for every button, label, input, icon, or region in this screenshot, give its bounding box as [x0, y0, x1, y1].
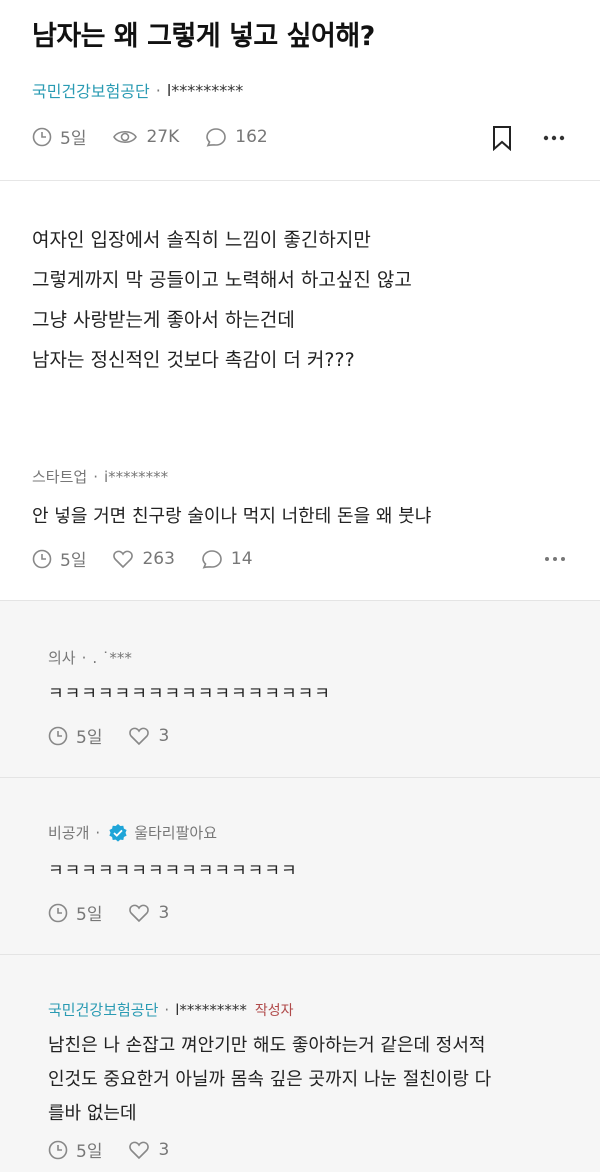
post-meta: 5일 27K 162 [32, 124, 294, 149]
post-body-line: 남자는 정신적인 것보다 촉감이 더 커??? [32, 349, 355, 371]
post-body-line: 그렇게까지 막 공들이고 노력해서 하고싶진 않고 [32, 269, 412, 291]
post-title: 남자는 왜 그렇게 넣고 싶어해? [32, 21, 375, 52]
comment-icon [206, 127, 227, 147]
reply-author[interactable]: 울타리팔아요 [134, 822, 217, 843]
comment-company[interactable]: 스타트업 [32, 466, 87, 487]
reply-author-line: 의사 · . ˙*** [48, 647, 132, 668]
reply-author-line: 비공개 · 울타리팔아요 [48, 822, 217, 843]
reply-text: 남친은 나 손잡고 껴안기만 해도 좋아하는거 같은데 정서적 인것도 중요한거… [48, 1029, 491, 1131]
heart-icon [129, 1141, 150, 1159]
heart-icon [129, 727, 150, 745]
more-options-icon[interactable] [543, 135, 565, 141]
author-tag: 작성자 [254, 1002, 294, 1019]
comment-author-line: 스타트업 · i******** [32, 466, 168, 487]
post-time: 5일 [32, 124, 86, 149]
post-body: 여자인 입장에서 솔직히 느낌이 좋긴하지만 그렇게까지 막 공들이고 노력해서… [32, 220, 412, 380]
comment: 스타트업 · i******** 안 넣을 거면 친구랑 술이나 먹지 너한테 … [0, 450, 600, 600]
separator-dot: · [93, 467, 98, 486]
comment-time-text: 5일 [60, 551, 87, 571]
post-author: l********* [166, 80, 244, 100]
reply: 국민건강보험공단 · l********* 작성자 남친은 나 손잡고 껴안기만… [0, 955, 600, 1172]
comment-text: 안 넣을 거면 친구랑 술이나 먹지 너한테 돈을 왜 붓냐 [32, 506, 432, 527]
post-body-line: 그냥 사랑받는게 좋아서 하는건데 [32, 309, 295, 331]
reply-time: 5일 [48, 1137, 102, 1162]
post-comments-text: 162 [235, 126, 268, 147]
reply-author: . ˙*** [92, 648, 132, 667]
reply-text-line: 인것도 중요한거 아닐까 몸속 깊은 곳까지 나눈 절친이랑 다 [48, 1069, 492, 1090]
post-author-line: 국민건강보험공단 · l********* [32, 78, 243, 102]
reply-meta: 5일 3 [48, 723, 195, 748]
comment-icon [202, 549, 222, 569]
post-header: 남자는 왜 그렇게 넣고 싶어해? 국민건강보험공단 · l********* … [0, 0, 600, 180]
post-time-text: 5일 [60, 129, 87, 149]
comment-likes-text: 263 [142, 548, 175, 569]
comment-time: 5일 [32, 546, 86, 571]
reply-likes-text: 3 [158, 902, 170, 923]
reply-company[interactable]: 국민건강보험공단 [48, 999, 158, 1020]
reply-likes-text: 3 [158, 1139, 170, 1160]
post-company[interactable]: 국민건강보험공단 [32, 78, 150, 102]
reply-like-button[interactable]: 3 [128, 726, 169, 746]
heart-icon [113, 550, 134, 568]
reply-time-text: 5일 [76, 728, 103, 748]
separator-dot: · [81, 648, 87, 667]
separator-dot: · [164, 1000, 170, 1019]
comment-like-button[interactable]: 263 [112, 548, 175, 569]
reply-author-line: 국민건강보험공단 · l********* 작성자 [48, 999, 294, 1020]
reply-time: 5일 [48, 900, 102, 925]
reply-text-line: 를바 없는데 [48, 1103, 137, 1124]
reply-text: ㅋㅋㅋㅋㅋㅋㅋㅋㅋㅋㅋㅋㅋㅋㅋㅋㅋ [48, 684, 331, 704]
reply-text: ㅋㅋㅋㅋㅋㅋㅋㅋㅋㅋㅋㅋㅋㅋㅋ [48, 861, 298, 881]
header-divider [0, 180, 600, 181]
clock-icon [48, 1140, 68, 1159]
reply-meta: 5일 3 [48, 900, 195, 925]
reply: 의사 · . ˙*** ㅋㅋㅋㅋㅋㅋㅋㅋㅋㅋㅋㅋㅋㅋㅋㅋㅋ 5일 3 [0, 601, 600, 777]
reply-text-line: 남친은 나 손잡고 껴안기만 해도 좋아하는거 같은데 정서적 [48, 1035, 486, 1056]
post-comments[interactable]: 162 [205, 126, 268, 147]
reply-like-button[interactable]: 3 [128, 903, 169, 923]
reply-like-button[interactable]: 3 [128, 1140, 169, 1160]
separator-dot: · [155, 80, 161, 100]
eye-icon [113, 130, 138, 143]
reply-time-text: 5일 [76, 1142, 103, 1162]
reply: 비공개 · 울타리팔아요 ㅋㅋㅋㅋㅋㅋㅋㅋㅋㅋㅋㅋㅋㅋㅋ 5일 3 [0, 778, 600, 954]
clock-icon [32, 127, 52, 146]
comment-author: i******** [103, 467, 169, 486]
post-body-line: 여자인 입장에서 솔직히 느낌이 좋긴하지만 [32, 229, 371, 251]
reply-time-text: 5일 [76, 905, 103, 925]
reply-company[interactable]: 비공개 [48, 822, 89, 843]
reply-company[interactable]: 의사 [48, 647, 76, 668]
separator-dot: · [95, 823, 101, 842]
reply-time: 5일 [48, 723, 102, 748]
comment-reply-button[interactable]: 14 [201, 549, 253, 569]
clock-icon [32, 549, 52, 568]
bookmark-icon[interactable] [491, 125, 513, 151]
more-options-icon[interactable] [544, 556, 566, 562]
reply-author: l********* [175, 1000, 247, 1019]
comment-replies-text: 14 [230, 548, 253, 569]
reply-meta: 5일 3 [48, 1137, 195, 1162]
post-views-text: 27K [146, 126, 180, 147]
clock-icon [48, 726, 68, 745]
post-views: 27K [112, 127, 179, 147]
heart-icon [129, 904, 150, 922]
verified-badge-icon [109, 823, 127, 842]
clock-icon [48, 903, 68, 922]
comment-meta: 5일 263 14 [32, 546, 279, 571]
reply-likes-text: 3 [158, 725, 170, 746]
